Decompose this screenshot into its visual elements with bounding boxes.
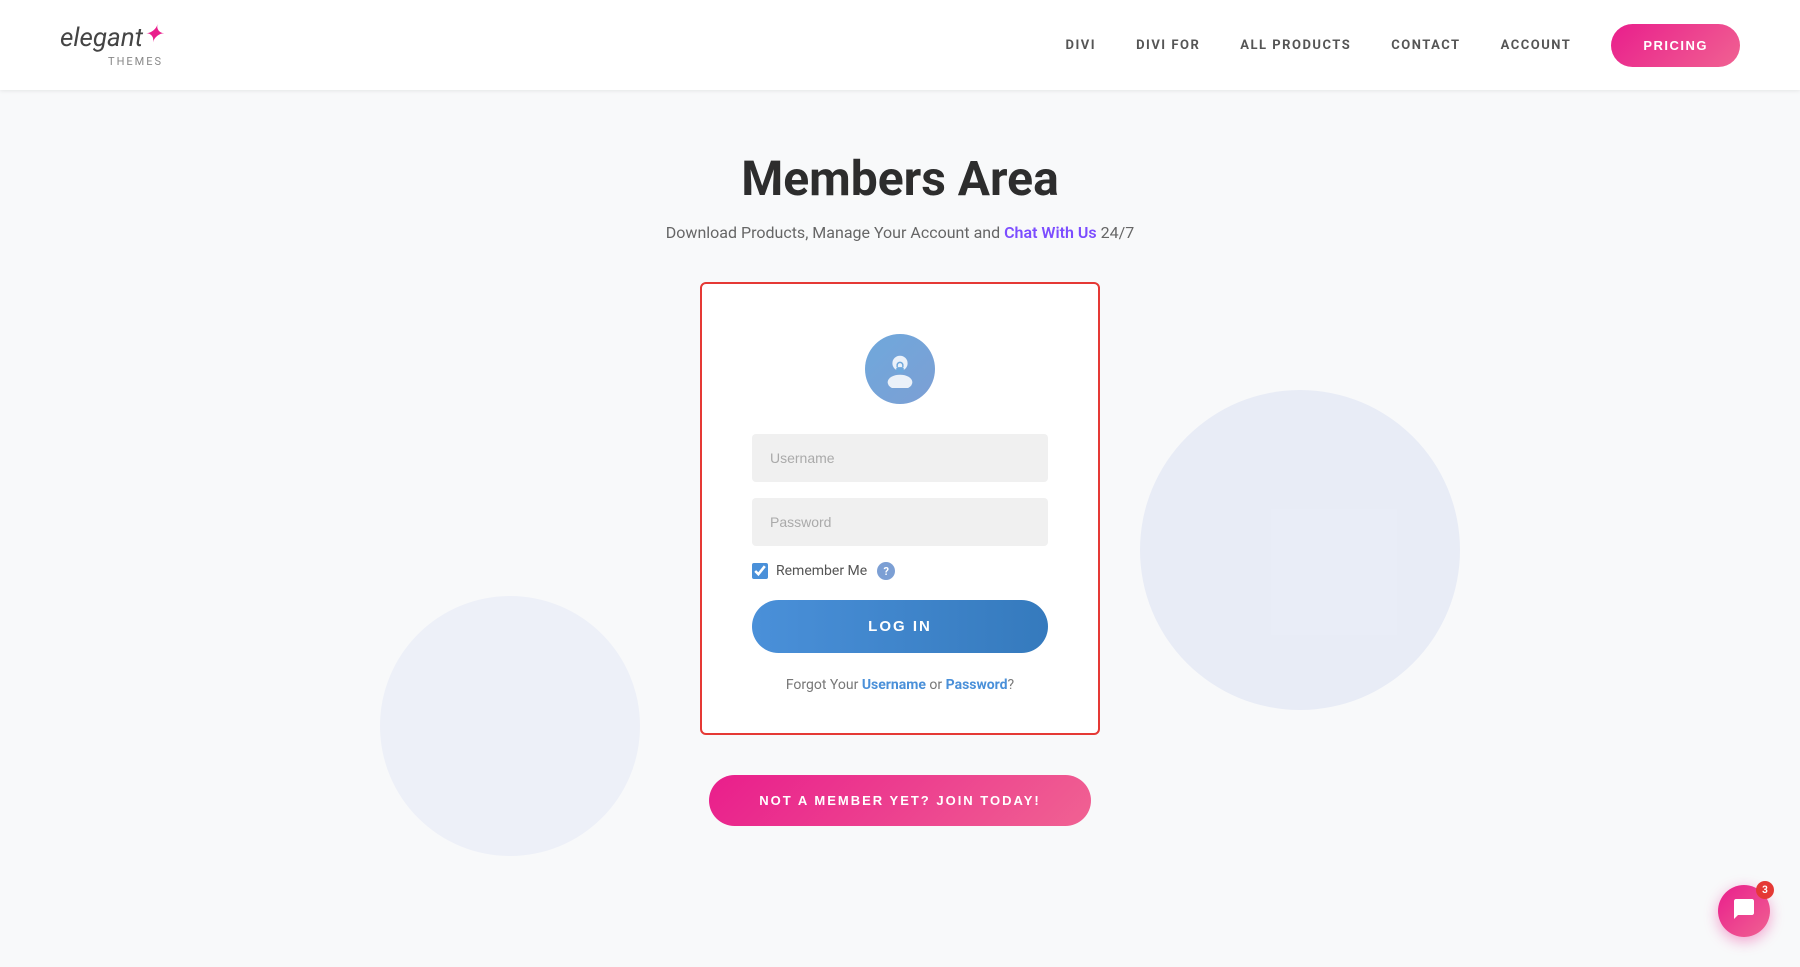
remember-me-checkbox[interactable] [752,563,768,579]
main-content: Members Area Download Products, Manage Y… [0,90,1800,826]
nav-contact[interactable]: CONTACT [1391,38,1460,53]
user-avatar-icon [865,334,935,404]
chat-badge: 3 [1756,881,1774,899]
login-card: Remember Me ? LOG IN Forgot Your Usernam… [700,282,1100,735]
subtitle-pre: Download Products, Manage Your Account a… [666,223,1004,242]
logo-elegant-text: elegant✦ [60,23,163,53]
login-button[interactable]: LOG IN [752,600,1048,653]
bg-decoration-bottom [380,596,640,856]
username-field-wrapper [752,434,1048,482]
help-icon[interactable]: ? [877,562,895,580]
nav-divi[interactable]: DIVI [1066,38,1097,53]
forgot-password-link[interactable]: Password [946,677,1008,693]
forgot-pre: Forgot Your [786,677,862,693]
password-field-wrapper [752,498,1048,546]
logo[interactable]: elegant✦ themes [60,23,163,68]
chat-widget[interactable]: 3 [1718,885,1770,937]
forgot-text: Forgot Your Username or Password? [786,677,1014,693]
pricing-button[interactable]: PRICING [1611,24,1740,67]
page-title: Members Area [741,150,1059,207]
join-button[interactable]: NOT A MEMBER YET? JOIN TODAY! [709,775,1090,826]
nav-account[interactable]: ACCOUNT [1501,38,1572,53]
nav-all-products[interactable]: ALL PRODUCTS [1240,38,1351,53]
bg-decoration-right [1140,390,1460,710]
user-svg [881,350,919,388]
remember-me-row: Remember Me ? [752,562,1048,580]
forgot-post: ? [1008,677,1015,693]
remember-me-label: Remember Me [776,563,867,579]
main-nav: DIVI DIVI FOR ALL PRODUCTS CONTACT ACCOU… [1066,24,1740,67]
header: elegant✦ themes DIVI DIVI FOR ALL PRODUC… [0,0,1800,90]
forgot-username-link[interactable]: Username [862,677,926,693]
chat-with-us-link[interactable]: Chat With Us [1004,223,1097,242]
password-input[interactable] [752,498,1048,546]
subtitle-post: 24/7 [1097,223,1135,242]
forgot-mid: or [926,677,946,693]
subtitle: Download Products, Manage Your Account a… [666,223,1134,242]
chat-icon [1732,897,1756,926]
logo-themes-text: themes [60,55,163,68]
username-input[interactable] [752,434,1048,482]
nav-divi-for[interactable]: DIVI FOR [1136,38,1200,53]
